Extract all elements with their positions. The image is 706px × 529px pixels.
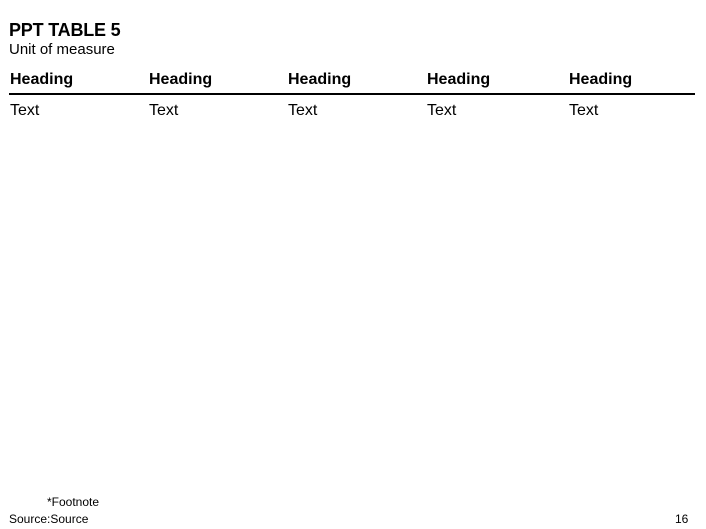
unit-of-measure: Unit of measure: [9, 41, 115, 58]
table-cell: Text: [288, 102, 318, 119]
column-header: Heading: [10, 71, 74, 88]
table-row: Text Text Text Text Text: [10, 100, 695, 124]
source-note: Source:Source: [9, 512, 89, 526]
column-header: Heading: [149, 71, 213, 88]
data-table: Heading Heading Heading Heading Heading …: [10, 69, 695, 119]
table-cell: Text: [10, 102, 40, 119]
table-cell: Text: [149, 102, 179, 119]
column-header: Heading: [427, 71, 491, 88]
footnote: *Footnote: [47, 495, 100, 509]
table-cell: Text: [569, 102, 599, 119]
table-cell: Text: [427, 102, 457, 119]
table-header-row: Heading Heading Heading Heading Heading: [10, 69, 695, 93]
page-number: 16: [675, 512, 689, 526]
slide-title: PPT TABLE 5: [9, 20, 121, 40]
column-header: Heading: [569, 71, 633, 88]
column-header: Heading: [288, 71, 352, 88]
header-divider: [9, 93, 695, 95]
